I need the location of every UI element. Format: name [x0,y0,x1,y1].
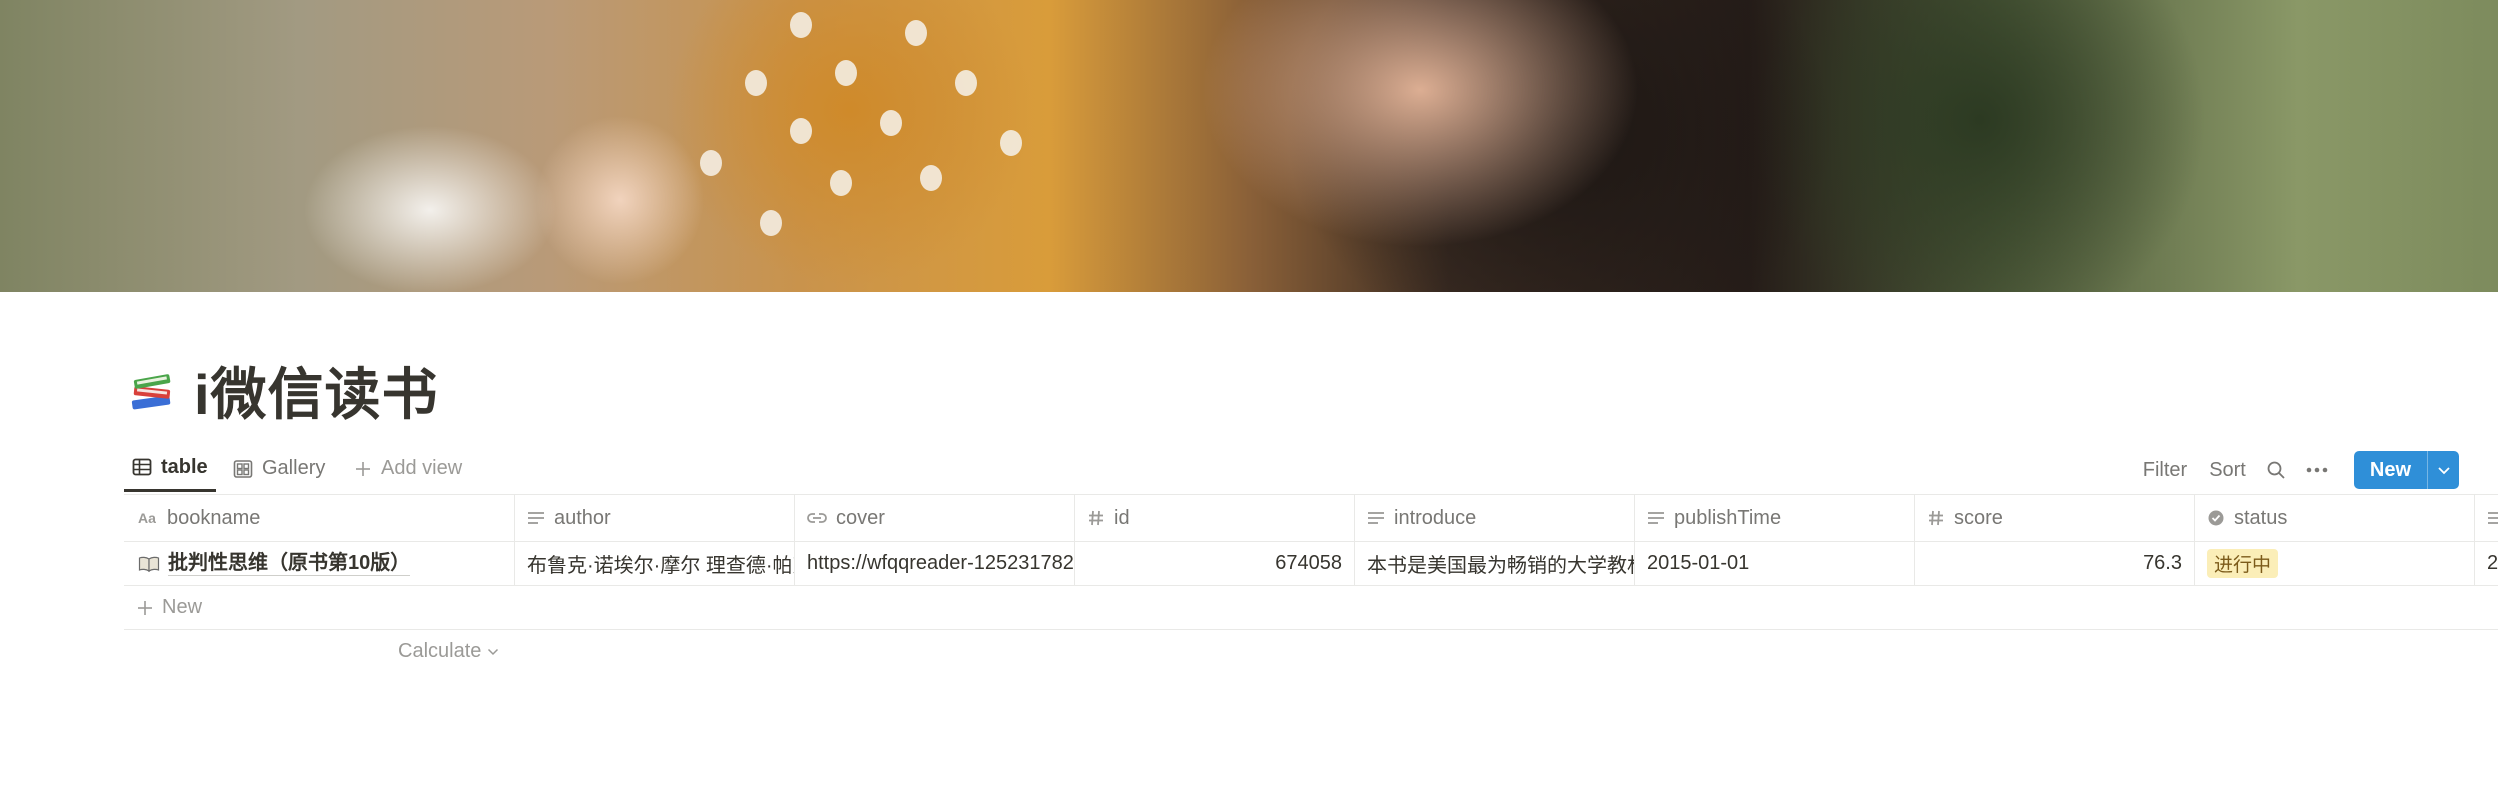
text-lines-icon [2488,512,2498,524]
column-header-cover[interactable]: cover [795,495,1075,541]
search-icon [2267,461,2285,479]
svg-text:Aa: Aa [138,510,156,526]
column-label: score [1954,506,2003,529]
title-aa-icon: Aa [138,510,156,526]
calculate-label: Calculate [398,640,482,662]
tab-label: Add view [381,457,463,479]
new-options-dropdown[interactable] [2427,451,2459,489]
column-label: status [2234,506,2288,529]
table-row[interactable]: 批判性思维（原书第10版） 布鲁克·诺埃尔·摩尔 理查德·帕克 https://… [124,542,2498,586]
cell-author[interactable]: 布鲁克·诺埃尔·摩尔 理查德·帕克 [515,542,795,585]
bookname-text[interactable]: 批判性思维（原书第10版） [168,551,411,576]
cell-id[interactable]: 674058 [1075,542,1355,585]
calculate-button[interactable]: Calculate [398,640,499,663]
database-table: Aa bookname author cover id introduce pu… [124,495,2498,630]
cell-score[interactable]: 76.3 [1915,542,2195,585]
more-options-button[interactable] [2298,452,2336,488]
cell-introduce[interactable]: 本书是美国最为畅销的大学教材 [1355,542,1635,585]
tab-table[interactable]: table [124,445,216,492]
link-icon [807,513,827,523]
column-label: publishTime [1674,506,1782,529]
column-header-publishtime[interactable]: publishTime [1635,495,1915,541]
column-label: author [554,506,611,529]
cell-extra[interactable]: 2 [2475,542,2498,585]
column-label: introduce [1394,506,1477,529]
search-button[interactable] [2258,452,2294,488]
cell-publishtime[interactable]: 2015-01-01 [1635,542,1915,585]
chevron-down-icon [488,648,499,655]
tab-label: Gallery [262,457,326,479]
column-header-status[interactable]: status [2195,495,2475,541]
new-record-button-group: New [2353,451,2459,489]
sort-button[interactable]: Sort [2201,452,2254,488]
hash-icon [1089,510,1103,526]
new-record-button[interactable]: New [2354,451,2427,489]
table-icon [132,458,152,476]
cell-bookname[interactable]: 批判性思维（原书第10版） [124,542,515,585]
text-lines-icon [1648,512,1664,524]
column-header-author[interactable]: author [515,495,795,541]
gallery-icon [233,459,253,478]
tab-label: table [161,455,208,478]
cell-status[interactable]: 进行中 [2195,542,2475,585]
column-header-extra[interactable] [2475,495,2498,541]
plus-icon [138,600,152,615]
open-book-icon [138,556,160,572]
status-icon [2208,510,2224,526]
add-view-button[interactable]: Add view [346,445,470,492]
column-label: id [1114,506,1130,529]
page-header: i微信读书 [128,355,439,426]
column-header-score[interactable]: score [1915,495,2195,541]
hash-icon [1929,510,1943,526]
text-lines-icon [1368,512,1384,524]
chevron-down-icon [2437,467,2450,475]
views-toolbar: table Gallery Add view Filter Sort New [124,445,2459,495]
add-row-button[interactable]: New [124,586,2498,630]
filter-button[interactable]: Filter [2135,452,2195,488]
status-badge: 进行中 [2207,549,2279,578]
view-actions: Filter Sort New [2135,451,2459,489]
text-lines-icon [528,512,544,524]
cell-cover[interactable]: https://wfqqreader-1252317822 [795,542,1075,585]
tab-gallery[interactable]: Gallery [225,445,333,492]
table-header: Aa bookname author cover id introduce pu… [124,495,2498,542]
cover-image [0,0,2498,292]
column-label: bookname [167,506,261,529]
page-title[interactable]: i微信读书 [194,350,439,431]
column-header-introduce[interactable]: introduce [1355,495,1635,541]
column-header-bookname[interactable]: Aa bookname [124,495,515,541]
add-row-label: New [162,596,203,618]
plus-icon [356,461,370,476]
column-label: cover [836,506,885,529]
column-header-id[interactable]: id [1075,495,1355,541]
books-icon[interactable] [128,366,176,414]
more-icon [2306,467,2328,473]
